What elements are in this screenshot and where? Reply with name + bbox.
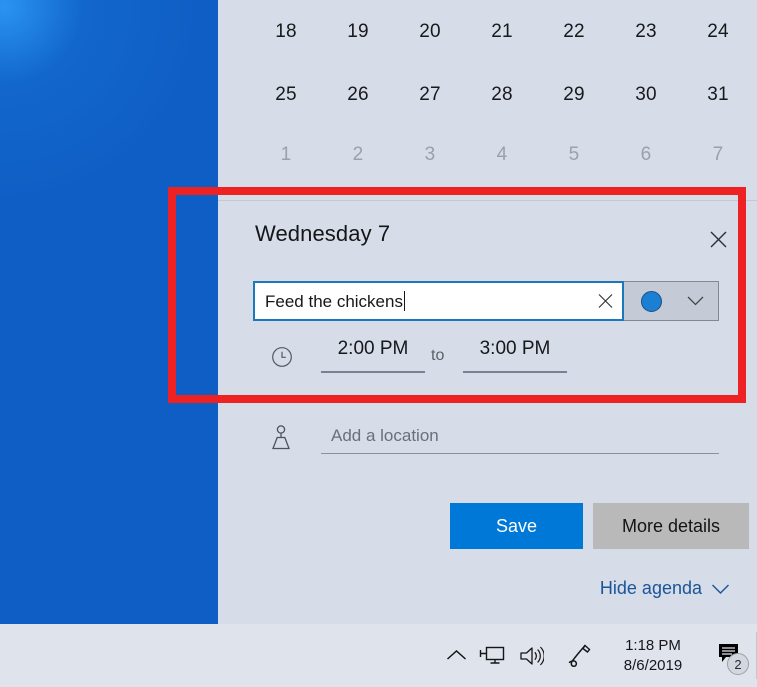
calendar-week-row: 25 26 27 28 29 30 31	[218, 64, 757, 126]
calendar-week-row: 18 19 20 21 22 23 24	[218, 0, 757, 64]
taskbar: 1:18 PM 8/6/2019 2	[0, 624, 757, 687]
event-editor-card: Wednesday 7 Feed the chickens 2:00 PM to…	[218, 190, 757, 624]
calendar-day-cell[interactable]: 27	[394, 64, 466, 126]
calendar-day-cell[interactable]: 2	[322, 126, 394, 184]
chevron-up-icon[interactable]	[439, 624, 473, 687]
calendar-day-cell[interactable]: 19	[322, 0, 394, 64]
calendar-day-cell[interactable]: 22	[538, 0, 610, 64]
screen: 18 19 20 21 22 23 24 25 26 27 28 29 30 3…	[0, 0, 757, 687]
calendar-day-cell[interactable]: 5	[538, 126, 610, 184]
clock-date: 8/6/2019	[623, 657, 683, 674]
calendar-day-cell[interactable]: 7	[682, 126, 754, 184]
clock-time: 1:18 PM	[625, 637, 681, 654]
calendar-day-cell[interactable]: 30	[610, 64, 682, 126]
text-caret	[403, 290, 405, 311]
volume-icon[interactable]	[511, 624, 549, 687]
calendar-week-row: 1 2 3 4 5 6 7	[218, 126, 757, 184]
calendar-day-cell[interactable]: 3	[394, 126, 466, 184]
calendar-day-cell[interactable]: 6	[610, 126, 682, 184]
calendar-day-cell[interactable]: 24	[682, 0, 754, 64]
event-time-row: 2:00 PM to 3:00 PM	[253, 338, 719, 380]
notification-badge: 2	[727, 653, 749, 675]
calendar-day-cell[interactable]: 23	[610, 0, 682, 64]
calendar-day-cell[interactable]: 31	[682, 64, 754, 126]
grid-pad	[218, 126, 250, 184]
calendar-day-cell[interactable]: 4	[466, 126, 538, 184]
calendar-day-cell[interactable]: 28	[466, 64, 538, 126]
hide-agenda-link[interactable]: Hide agenda	[600, 578, 730, 599]
event-end-time[interactable]: 3:00 PM	[463, 338, 567, 373]
calendar-day-cell[interactable]: 18	[250, 0, 322, 64]
desktop-wallpaper	[0, 0, 218, 624]
event-action-buttons: Save More details	[253, 503, 755, 549]
location-pin-icon	[268, 424, 294, 457]
calendar-grid: 18 19 20 21 22 23 24 25 26 27 28 29 30 3…	[218, 0, 757, 184]
event-date-title: Wednesday 7	[255, 221, 391, 246]
taskbar-clock[interactable]: 1:18 PM 8/6/2019	[605, 624, 701, 687]
grid-pad	[218, 64, 250, 126]
close-icon[interactable]	[705, 226, 731, 252]
calendar-day-cell[interactable]: 20	[394, 0, 466, 64]
color-swatch	[641, 290, 662, 312]
card-divider	[218, 200, 757, 201]
calendar-day-cell[interactable]: 25	[250, 64, 322, 126]
event-color-picker[interactable]	[624, 281, 719, 321]
save-button[interactable]: Save	[450, 503, 583, 549]
event-start-time-value: 2:00 PM	[337, 338, 409, 359]
chevron-down-icon[interactable]	[687, 296, 704, 307]
network-icon[interactable]	[473, 624, 511, 687]
hide-agenda-label: Hide agenda	[599, 578, 702, 598]
time-separator-label: to	[431, 347, 445, 364]
system-tray: 1:18 PM 8/6/2019 2	[439, 624, 757, 687]
calendar-day-cell[interactable]: 1	[250, 126, 322, 184]
notifications-button[interactable]: 2	[701, 624, 757, 687]
event-name-input[interactable]: Feed the chickens	[253, 281, 624, 321]
clear-icon[interactable]	[598, 294, 613, 309]
event-end-time-value: 3:00 PM	[479, 338, 551, 359]
event-location-input[interactable]: Add a location	[321, 418, 719, 454]
event-start-time[interactable]: 2:00 PM	[321, 338, 425, 373]
event-name-value: Feed the chickens	[265, 290, 405, 311]
calendar-flyout: 18 19 20 21 22 23 24 25 26 27 28 29 30 3…	[218, 0, 757, 624]
calendar-day-cell[interactable]: 26	[322, 64, 394, 126]
event-location-placeholder: Add a location	[331, 425, 439, 445]
pen-workspace-icon[interactable]	[555, 624, 601, 687]
calendar-day-cell[interactable]: 21	[466, 0, 538, 64]
event-name-row: Feed the chickens	[253, 281, 719, 321]
chevron-down-icon	[711, 583, 730, 595]
grid-pad	[218, 0, 250, 64]
calendar-day-cell[interactable]: 29	[538, 64, 610, 126]
event-location-row: Add a location	[253, 418, 719, 462]
clock-icon	[271, 346, 293, 373]
more-details-button[interactable]: More details	[593, 503, 749, 549]
